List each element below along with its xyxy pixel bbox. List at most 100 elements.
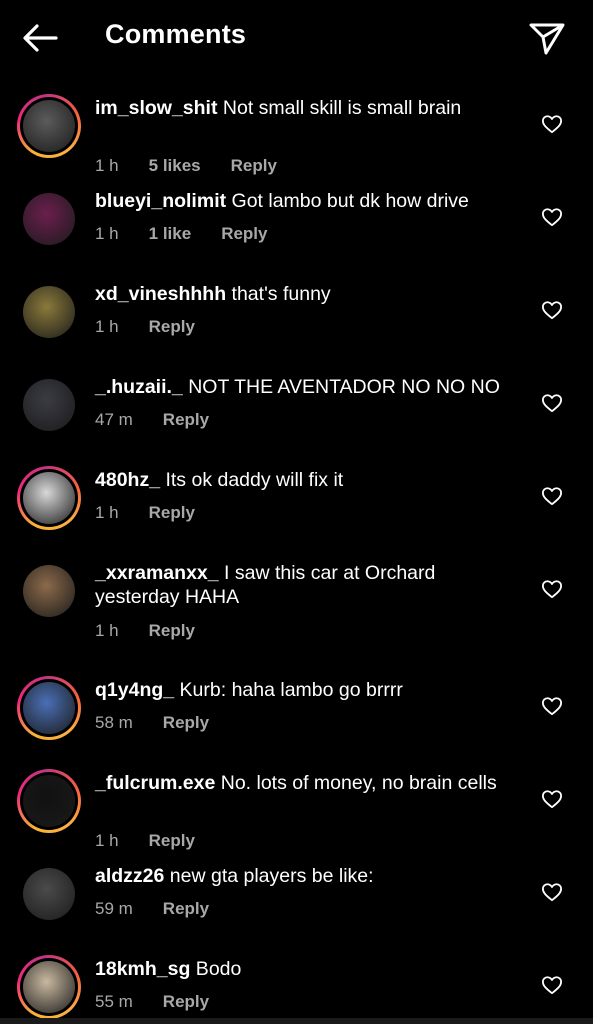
comment-body: Kurb: haha lambo go brrrr (174, 679, 403, 701)
avatar[interactable] (17, 466, 81, 530)
header: Comments (0, 0, 593, 76)
comment-username[interactable]: _fulcrum.exe (95, 772, 215, 794)
avatar[interactable] (17, 955, 81, 1019)
avatar[interactable] (17, 676, 81, 740)
like-button[interactable] (541, 114, 563, 134)
heart-icon (542, 208, 562, 227)
comment-body: NOT THE AVENTADOR NO NO NO (182, 376, 500, 398)
paper-plane-icon (529, 23, 565, 55)
reply-button[interactable]: Reply (163, 899, 209, 919)
reply-button[interactable]: Reply (221, 224, 267, 244)
avatar[interactable] (17, 769, 81, 833)
comment-text: aldzz26 new gta players be like: (95, 864, 515, 888)
comment-body: that's funny (226, 283, 331, 305)
comment-username[interactable]: aldzz26 (95, 865, 164, 887)
page-title: Comments (105, 19, 247, 49)
bottom-bar (0, 1018, 593, 1024)
avatar-image (23, 472, 75, 524)
comment-text: q1y4ng_ Kurb: haha lambo go brrrr (95, 678, 515, 702)
comment-time: 58 m (95, 713, 133, 732)
like-button[interactable] (541, 579, 563, 599)
comment-meta: 1 h 5 likes Reply (95, 156, 307, 176)
reply-button[interactable]: Reply (149, 317, 195, 337)
avatar-image (23, 193, 75, 245)
reply-button[interactable]: Reply (163, 992, 209, 1012)
like-button[interactable] (541, 975, 563, 995)
reply-button[interactable]: Reply (163, 410, 209, 430)
avatar[interactable] (17, 559, 81, 623)
avatar[interactable] (17, 862, 81, 926)
comment-username[interactable]: 18kmh_sg (95, 958, 190, 980)
comment-meta: 55 m Reply (95, 992, 239, 1012)
avatar-image (23, 961, 75, 1013)
heart-icon (542, 301, 562, 320)
heart-icon (542, 790, 562, 809)
comment-username[interactable]: 480hz_ (95, 469, 160, 491)
comment-text: 480hz_ Its ok daddy will fix it (95, 468, 515, 492)
like-button[interactable] (541, 789, 563, 809)
comment-username[interactable]: _xxramanxx_ (95, 562, 219, 584)
back-button[interactable] (20, 20, 60, 56)
comment-body: No. lots of money, no brain cells (215, 772, 497, 794)
avatar[interactable] (17, 187, 81, 251)
comment-text: _fulcrum.exe No. lots of money, no brain… (95, 771, 515, 795)
comment-username[interactable]: im_slow_shit (95, 97, 217, 119)
comment-time: 47 m (95, 410, 133, 429)
like-button[interactable] (541, 696, 563, 716)
heart-icon (542, 487, 562, 506)
comment-time: 59 m (95, 899, 133, 918)
avatar[interactable] (17, 373, 81, 437)
comment-body: Bodo (190, 958, 242, 980)
avatar-image (23, 775, 75, 827)
share-button[interactable] (528, 20, 566, 56)
like-button[interactable] (541, 207, 563, 227)
comment-time: 55 m (95, 992, 133, 1011)
reply-button[interactable]: Reply (149, 503, 195, 523)
likes-count[interactable]: 5 likes (149, 156, 201, 176)
comment-time: 1 h (95, 621, 119, 640)
like-button[interactable] (541, 300, 563, 320)
arrow-left-icon (23, 24, 58, 52)
heart-icon (542, 883, 562, 902)
comment-time: 1 h (95, 831, 119, 850)
avatar-image (23, 565, 75, 617)
comment-text: xd_vineshhhh that's funny (95, 282, 515, 306)
comment-time: 1 h (95, 224, 119, 243)
comment-text: 18kmh_sg Bodo (95, 957, 515, 981)
heart-icon (542, 115, 562, 134)
reply-button[interactable]: Reply (231, 156, 277, 176)
comment-meta: 1 h Reply (95, 621, 225, 641)
like-button[interactable] (541, 882, 563, 902)
avatar-image (23, 682, 75, 734)
comment-text: _.huzaii._ NOT THE AVENTADOR NO NO NO (95, 375, 515, 399)
heart-icon (542, 976, 562, 995)
comment-text: im_slow_shit Not small skill is small br… (95, 96, 515, 120)
comment-username[interactable]: xd_vineshhhh (95, 283, 226, 305)
avatar-image (23, 868, 75, 920)
avatar-image (23, 100, 75, 152)
likes-count[interactable]: 1 like (149, 224, 192, 244)
avatar[interactable] (17, 94, 81, 158)
comment-time: 1 h (95, 503, 119, 522)
heart-icon (542, 697, 562, 716)
comment-body: Not small skill is small brain (217, 97, 462, 119)
comment-username[interactable]: _.huzaii._ (95, 376, 183, 398)
reply-button[interactable]: Reply (163, 713, 209, 733)
comment-body: Got lambo but dk how drive (226, 190, 469, 212)
avatar[interactable] (17, 280, 81, 344)
avatar-image (23, 286, 75, 338)
comment-meta: 1 h Reply (95, 503, 225, 523)
comment-username[interactable]: blueyi_nolimit (95, 190, 226, 212)
comment-meta: 1 h Reply (95, 831, 225, 851)
comment-time: 1 h (95, 156, 119, 175)
comment-username[interactable]: q1y4ng_ (95, 679, 174, 701)
comment-meta: 1 h Reply (95, 317, 225, 337)
reply-button[interactable]: Reply (149, 831, 195, 851)
comment-body: Its ok daddy will fix it (160, 469, 344, 491)
comment-meta: 58 m Reply (95, 713, 239, 733)
like-button[interactable] (541, 486, 563, 506)
like-button[interactable] (541, 393, 563, 413)
heart-icon (542, 394, 562, 413)
reply-button[interactable]: Reply (149, 621, 195, 641)
comment-meta: 59 m Reply (95, 899, 239, 919)
